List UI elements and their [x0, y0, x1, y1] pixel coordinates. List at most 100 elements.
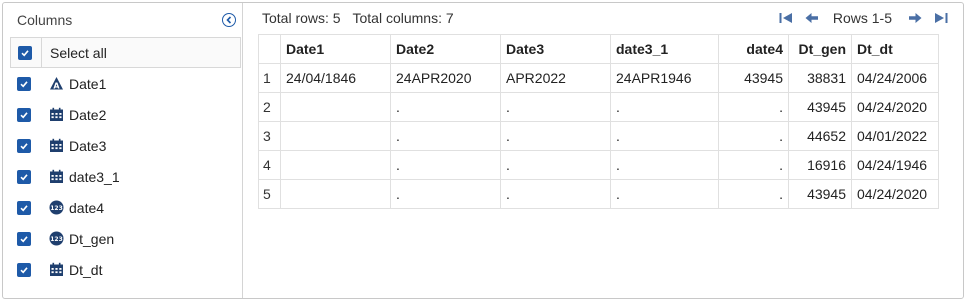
columns-panel: Columns Select all A Date1 Date2 Date3 d…	[3, 3, 243, 298]
grid-toolbar: Total rows: 5 Total columns: 7 Rows 1-5	[244, 3, 964, 33]
last-page-icon[interactable]	[928, 8, 954, 28]
first-page-icon[interactable]	[773, 8, 799, 28]
column-label: Dt_dt	[69, 261, 103, 278]
column-item-date4[interactable]: 123 date4	[10, 192, 241, 223]
total-rows-text: Total rows: 5	[262, 10, 341, 26]
column-checkbox[interactable]	[17, 262, 31, 277]
row-number: 1	[258, 63, 281, 93]
table-cell[interactable]: APR2022	[500, 63, 611, 93]
column-label: Date1	[69, 75, 107, 92]
table-cell[interactable]: 44652	[788, 121, 852, 151]
table-cell[interactable]: .	[390, 121, 501, 151]
table-cell[interactable]: .	[718, 179, 789, 209]
column-label: date3_1	[69, 168, 120, 185]
column-label: Date3	[69, 137, 107, 154]
table-cell[interactable]	[280, 179, 391, 209]
table-cell[interactable]: .	[718, 92, 789, 122]
table-cell[interactable]: 24APR1946	[610, 63, 719, 93]
column-item-date1[interactable]: A Date1	[10, 68, 241, 99]
pager: Rows 1-5	[773, 8, 954, 28]
numeric-type-icon: 123	[49, 200, 64, 215]
table-cell[interactable]: 43945	[718, 63, 789, 93]
column-label: Date2	[69, 106, 107, 123]
table-cell[interactable]: .	[610, 179, 719, 209]
table-cell[interactable]: .	[390, 92, 501, 122]
column-header[interactable]: Date2	[390, 34, 501, 64]
column-item-date3[interactable]: Date3	[10, 130, 241, 161]
next-page-icon[interactable]	[902, 8, 928, 28]
table-cell[interactable]: .	[390, 150, 501, 180]
table-cell[interactable]: 04/24/2006	[851, 63, 939, 93]
table-cell[interactable]: 04/24/2020	[851, 179, 939, 209]
table-row: 2 . . . . 43945 04/24/2020	[258, 92, 939, 122]
table-cell[interactable]: .	[610, 92, 719, 122]
column-checkbox[interactable]	[17, 200, 31, 215]
column-header[interactable]: Date1	[280, 34, 391, 64]
table-cell[interactable]: .	[610, 150, 719, 180]
numeric-type-icon: 123	[49, 231, 64, 246]
column-label: date4	[69, 199, 105, 216]
column-item-date2[interactable]: Date2	[10, 99, 241, 130]
table-cell[interactable]: 24/04/1846	[280, 63, 391, 93]
svg-text:123: 123	[50, 236, 63, 243]
column-header[interactable]: Date3	[500, 34, 611, 64]
select-all-row[interactable]: Select all	[10, 37, 241, 68]
svg-text:A: A	[53, 81, 60, 90]
columns-panel-title: Columns	[17, 12, 73, 28]
table-cell[interactable]: .	[500, 150, 611, 180]
data-grid-panel: Total rows: 5 Total columns: 7 Rows 1-5	[244, 3, 964, 298]
table-cell[interactable]: .	[500, 179, 611, 209]
column-header[interactable]: Dt_gen	[788, 34, 852, 64]
column-header[interactable]: date4	[718, 34, 789, 64]
columns-panel-header: Columns	[3, 3, 242, 37]
total-columns-text: Total columns: 7	[352, 10, 454, 26]
column-checkbox[interactable]	[17, 107, 31, 122]
table-cell[interactable]: .	[390, 179, 501, 209]
column-header[interactable]: date3_1	[610, 34, 719, 64]
column-item-dt_dt[interactable]: Dt_dt	[10, 254, 241, 285]
select-all-label: Select all	[50, 44, 107, 61]
column-label: Dt_gen	[69, 230, 115, 247]
calendar-icon	[49, 107, 64, 122]
table-cell[interactable]	[280, 92, 391, 122]
row-number: 5	[258, 179, 281, 209]
table-cell[interactable]: .	[500, 121, 611, 151]
select-all-checkbox[interactable]	[18, 45, 32, 60]
table-row: 3 . . . . 44652 04/01/2022	[258, 121, 939, 151]
calendar-icon	[49, 262, 64, 277]
calendar-icon	[49, 169, 64, 184]
table-cell[interactable]: .	[718, 150, 789, 180]
collapse-panel-icon[interactable]	[222, 13, 236, 27]
table-cell[interactable]: .	[500, 92, 611, 122]
column-item-dt_gen[interactable]: 123 Dt_gen	[10, 223, 241, 254]
column-checkbox[interactable]	[17, 231, 31, 246]
table-cell[interactable]	[280, 150, 391, 180]
table-header-row: Date1 Date2 Date3 date3_1 date4 Dt_gen D…	[258, 34, 939, 64]
table-row: 1 24/04/1846 24APR2020 APR2022 24APR1946…	[258, 63, 939, 93]
table-cell[interactable]: 43945	[788, 179, 852, 209]
column-header[interactable]: Dt_dt	[851, 34, 939, 64]
grid-totals: Total rows: 5 Total columns: 7	[262, 10, 454, 26]
column-checkbox[interactable]	[17, 76, 31, 91]
table-cell[interactable]: 16916	[788, 150, 852, 180]
table-cell[interactable]: .	[610, 121, 719, 151]
table-row: 5 . . . . 43945 04/24/2020	[258, 179, 939, 209]
table-cell[interactable]: 38831	[788, 63, 852, 93]
divider	[41, 38, 42, 67]
previous-page-icon[interactable]	[799, 8, 825, 28]
svg-text:123: 123	[50, 205, 63, 212]
table-cell[interactable]: 04/24/1946	[851, 150, 939, 180]
row-number: 2	[258, 92, 281, 122]
table-viewer: Columns Select all A Date1 Date2 Date3 d…	[2, 2, 964, 299]
column-item-date3_1[interactable]: date3_1	[10, 161, 241, 192]
column-list: Select all A Date1 Date2 Date3 date3_1 1…	[10, 37, 241, 285]
table-cell[interactable]: 43945	[788, 92, 852, 122]
column-checkbox[interactable]	[17, 169, 31, 184]
table-cell[interactable]	[280, 121, 391, 151]
table-cell[interactable]: 04/01/2022	[851, 121, 939, 151]
row-number: 3	[258, 121, 281, 151]
table-cell[interactable]: .	[718, 121, 789, 151]
table-cell[interactable]: 04/24/2020	[851, 92, 939, 122]
table-cell[interactable]: 24APR2020	[390, 63, 501, 93]
column-checkbox[interactable]	[17, 138, 31, 153]
